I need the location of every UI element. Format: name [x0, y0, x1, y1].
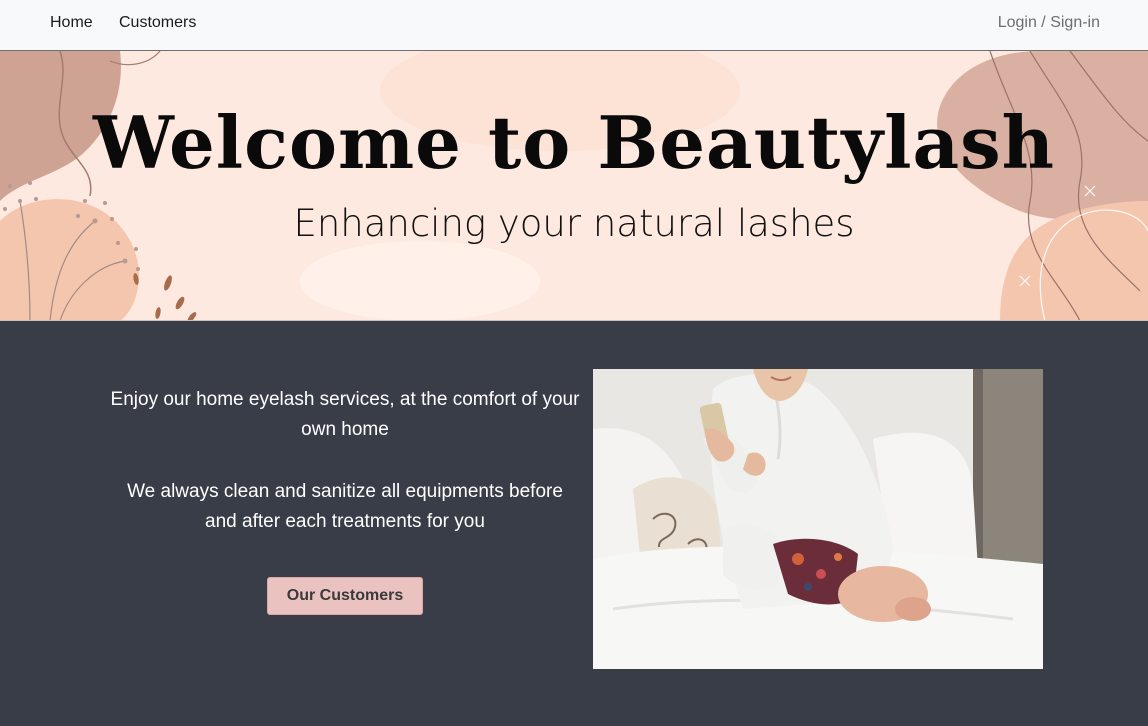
hero-subtitle: Enhancing your natural lashes — [293, 202, 855, 245]
info-paragraph-hygiene: We always clean and sanitize all equipme… — [127, 481, 563, 532]
navbar: Home Customers Login / Sign-in — [0, 0, 1148, 51]
nav-home-link[interactable]: Home — [50, 13, 93, 32]
nav-customers-link[interactable]: Customers — [119, 13, 196, 32]
hero-banner: Welcome to Beautylash Enhancing your nat… — [0, 51, 1148, 321]
floral-decoration — [0, 51, 1148, 320]
woman-in-bathrobe-image — [593, 369, 1043, 669]
info-section: Enjoy our home eyelash services, at the … — [0, 321, 1148, 726]
customer-photo — [593, 369, 1043, 669]
our-customers-button[interactable]: Our Customers — [267, 577, 423, 615]
hero-title: Welcome to Beautylash — [92, 100, 1056, 185]
info-paragraph-home-service: Enjoy our home eyelash services, at the … — [110, 389, 580, 440]
nav-login-link[interactable]: Login / Sign-in — [998, 13, 1100, 32]
